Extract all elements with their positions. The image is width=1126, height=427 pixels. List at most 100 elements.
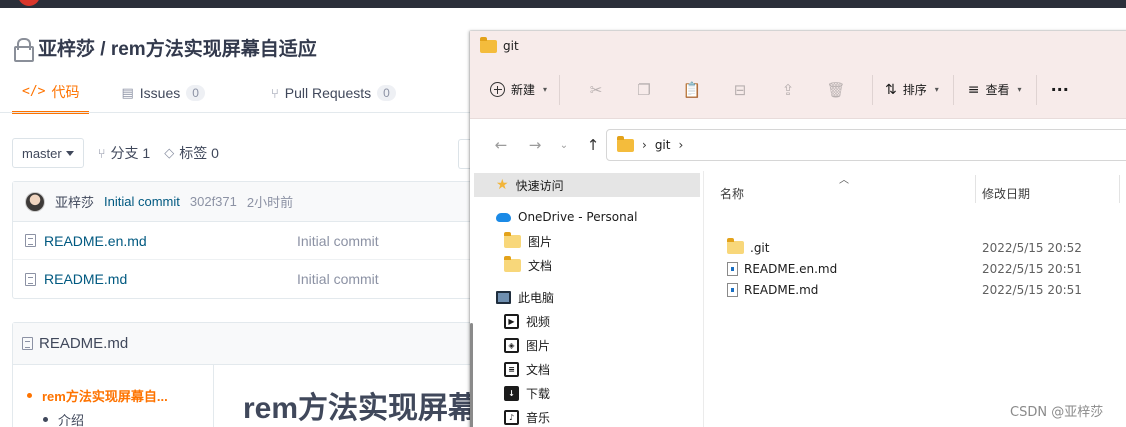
toolbar-separator <box>872 74 874 105</box>
file-list-pane: ︿ 名称 修改日期 .git 2022/5/15 20:52 README.en… <box>705 171 1126 427</box>
file-commit-message[interactable]: Initial commit <box>297 271 379 287</box>
commit-hash[interactable]: 302f371 <box>190 194 237 209</box>
video-library-icon: ▶ <box>504 313 519 329</box>
cut-icon[interactable]: ✂ <box>585 81 607 99</box>
commit-author[interactable]: 亚梓莎 <box>55 192 94 211</box>
file-modified-date: 2022/5/15 20:51 <box>982 282 1082 297</box>
sort-button[interactable]: ⇅ 排序 ▾ <box>885 81 939 98</box>
up-arrow-icon[interactable]: ↑ <box>576 136 610 154</box>
file-icon <box>22 337 33 350</box>
file-modified-date: 2022/5/15 20:51 <box>982 261 1082 276</box>
table-row[interactable]: README.md Initial commit <box>13 260 491 298</box>
code-icon: </> <box>22 84 46 99</box>
view-button-label: 查看 <box>985 83 1010 97</box>
computer-icon <box>496 290 511 304</box>
table-row[interactable]: README.en.md Initial commit <box>13 222 491 260</box>
nav-item-label: 下载 <box>526 386 551 401</box>
chevron-right-icon[interactable]: › <box>678 138 683 152</box>
file-name[interactable]: README.en.md <box>44 233 147 249</box>
nav-item-label: 图片 <box>526 338 551 353</box>
tab-code-label: 代码 <box>51 83 80 100</box>
file-entry-name: README.md <box>727 282 818 297</box>
avatar[interactable] <box>25 191 45 212</box>
commit-message[interactable]: Initial commit <box>104 194 180 209</box>
copy-icon[interactable]: ❐ <box>633 81 655 99</box>
nav-item-downloads[interactable]: ↓ 下载 <box>504 381 550 405</box>
list-item[interactable]: README.en.md 2022/5/15 20:51 <box>705 258 1126 279</box>
address-bar[interactable]: › git › <box>606 129 1126 161</box>
nav-item-music[interactable]: ♪ 音乐 <box>504 405 550 427</box>
view-button[interactable]: ≡ 查看 ▾ <box>968 81 1022 98</box>
chevron-right-icon[interactable]: › <box>642 138 647 152</box>
paste-icon[interactable]: 📋 <box>681 81 703 99</box>
rename-icon[interactable]: ⊟ <box>729 81 751 99</box>
caret-down-icon <box>65 150 74 156</box>
nav-item-quick-access[interactable]: ★ 快速访问 <box>474 173 700 197</box>
back-arrow-icon[interactable]: ← <box>484 136 518 154</box>
star-icon: ★ <box>496 177 509 193</box>
nav-item-label: 此电脑 <box>518 290 555 305</box>
readme-header: README.md <box>13 323 491 365</box>
branches-link[interactable]: ⑂ 分支 1 <box>98 143 151 163</box>
breadcrumb-segment[interactable]: git <box>655 138 671 152</box>
file-name: .git <box>750 240 770 255</box>
file-name[interactable]: README.md <box>44 271 127 287</box>
new-button-label: 新建 <box>511 83 536 97</box>
downloads-library-icon: ↓ <box>504 385 519 401</box>
tab-code[interactable]: </> 代码 <box>12 72 90 114</box>
repo-title[interactable]: 亚梓莎 / rem方法实现屏幕自适应 <box>14 34 317 62</box>
toolbar-separator <box>559 74 561 105</box>
column-separator[interactable] <box>975 175 976 203</box>
nav-item-label: OneDrive - Personal <box>518 210 638 224</box>
nav-item-this-pc[interactable]: 此电脑 <box>496 285 554 309</box>
list-item[interactable]: .git 2022/5/15 20:52 <box>705 237 1126 258</box>
file-name: README.en.md <box>744 261 838 276</box>
lock-icon <box>14 37 34 62</box>
readme-filename: README.md <box>39 335 129 352</box>
window-title: git <box>503 39 519 53</box>
nav-scrollbar[interactable] <box>470 323 473 427</box>
folder-icon <box>617 135 634 152</box>
tab-pull-requests[interactable]: ⑂ Pull Requests 0 <box>261 72 406 114</box>
pull-requests-count-badge: 0 <box>377 85 396 101</box>
column-separator[interactable] <box>1119 175 1120 203</box>
branches-count: 分支 1 <box>110 145 151 161</box>
latest-commit-row: 亚梓莎 Initial commit 302f371 2小时前 <box>13 182 491 222</box>
readme-toc: rem方法实现屏幕自... 介绍 <box>27 383 217 427</box>
tags-link[interactable]: ◇ 标签 0 <box>164 143 219 163</box>
file-explorer-window: git 新建 ▾ ✂ ❐ 📋 ⊟ ⇪ 🗑 ⇅ 排序 ▾ ≡ 查看 ▾ ··· ←… <box>470 31 1126 427</box>
more-options-icon[interactable]: ··· <box>1051 80 1069 99</box>
file-commit-message[interactable]: Initial commit <box>297 233 379 249</box>
nav-item-onedrive-documents[interactable]: 文档 <box>504 253 552 277</box>
nav-item-onedrive[interactable]: OneDrive - Personal <box>496 205 637 229</box>
file-modified-date: 2022/5/15 20:52 <box>982 240 1082 255</box>
forward-arrow-icon[interactable]: → <box>518 136 552 154</box>
list-item[interactable]: README.md 2022/5/15 20:51 <box>705 279 1126 300</box>
nav-item-onedrive-pictures[interactable]: 图片 <box>504 229 552 253</box>
branch-name: master <box>22 145 62 161</box>
view-icon: ≡ <box>967 81 980 98</box>
toc-item-label: 介绍 <box>58 412 85 427</box>
explorer-title-bar[interactable]: git <box>470 31 1126 61</box>
recent-chevron-icon[interactable]: ⌄ <box>552 140 576 151</box>
pictures-library-icon: ◈ <box>504 337 519 353</box>
branch-select[interactable]: master <box>12 138 84 168</box>
tab-issues[interactable]: ▤ Issues 0 <box>111 72 214 114</box>
file-list: 亚梓莎 Initial commit 302f371 2小时前 README.e… <box>12 181 492 299</box>
nav-item-videos[interactable]: ▶ 视频 <box>504 309 550 333</box>
column-header-name[interactable]: 名称 <box>720 181 744 205</box>
column-header-modified[interactable]: 修改日期 <box>982 181 1030 205</box>
column-header-label: 名称 <box>720 186 745 201</box>
file-icon <box>25 272 36 286</box>
readme-panel: README.md rem方法实现屏幕自... 介绍 rem方法实现屏幕自适应 <box>12 322 568 427</box>
nav-item-documents[interactable]: ≡ 文档 <box>504 357 550 381</box>
markdown-file-icon <box>727 261 738 276</box>
cloud-icon <box>496 212 511 222</box>
toc-item[interactable]: rem方法实现屏幕自... <box>27 383 217 407</box>
toc-item[interactable]: 介绍 <box>27 407 217 427</box>
repo-title-text[interactable]: 亚梓莎 / rem方法实现屏幕自适应 <box>38 34 317 61</box>
nav-item-pictures[interactable]: ◈ 图片 <box>504 333 550 357</box>
new-button[interactable]: 新建 ▾ <box>490 81 547 98</box>
share-icon[interactable]: ⇪ <box>777 81 799 99</box>
delete-icon[interactable]: 🗑 <box>825 81 847 99</box>
